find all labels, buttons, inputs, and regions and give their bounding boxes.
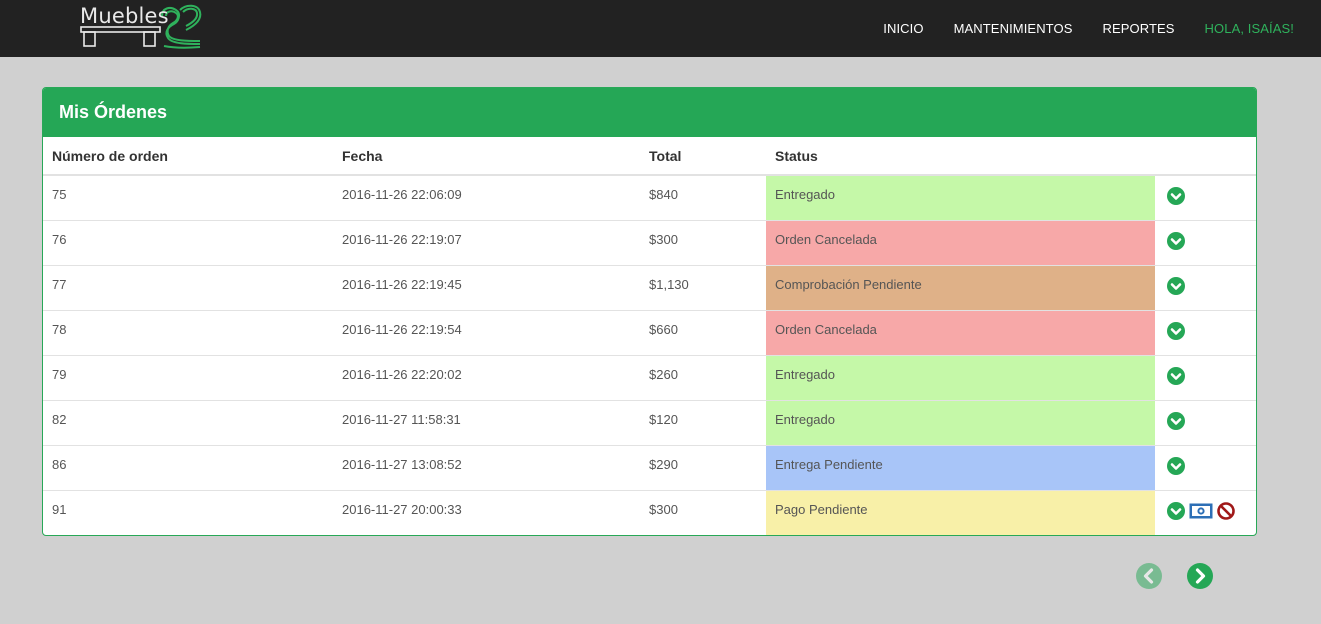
total-cell: $290 <box>640 444 766 490</box>
status-cell: Entrega Pendiente <box>766 444 1155 490</box>
brand-logo[interactable]: Muebles <box>78 2 204 52</box>
next-page-icon[interactable] <box>1186 562 1214 590</box>
date-cell: 2016-11-26 22:19:45 <box>333 264 640 310</box>
table-row: 86 2016-11-27 13:08:52 $290 Entrega Pendien… <box>43 444 1256 490</box>
order-details-icon[interactable] <box>1167 457 1185 478</box>
order-number-cell: 77 <box>43 264 333 310</box>
total-cell: $300 <box>640 219 766 265</box>
order-details-icon[interactable] <box>1167 502 1185 523</box>
order-details-icon[interactable] <box>1167 412 1185 433</box>
actions-cell <box>1155 219 1256 265</box>
pagination <box>1135 562 1215 592</box>
order-number-cell: 79 <box>43 354 333 400</box>
brand-name: Muebles <box>80 4 169 28</box>
actions-cell <box>1155 444 1256 490</box>
navbar: Muebles INICIO MANTENIMIENTOS REPORTES H… <box>0 0 1321 57</box>
date-cell: 2016-11-26 22:20:02 <box>333 354 640 400</box>
date-cell: 2016-11-27 20:00:33 <box>333 489 640 535</box>
orders-table: Número de orden Fecha Total Status 75 201… <box>43 137 1256 535</box>
table-row: 76 2016-11-26 22:19:07 $300 Orden Cancelada <box>43 219 1256 265</box>
actions-cell <box>1155 264 1256 310</box>
panel-heading: Mis Órdenes <box>43 88 1256 137</box>
total-cell: $300 <box>640 489 766 535</box>
panel-title: Mis Órdenes <box>59 102 168 122</box>
table-row: 91 2016-11-27 20:00:33 $300 Pago Pendiente <box>43 489 1256 535</box>
total-cell: $840 <box>649 186 678 202</box>
actions-cell <box>1155 399 1256 445</box>
nav-menu: INICIO MANTENIMIENTOS REPORTES HOLA, ISA… <box>853 0 1294 57</box>
header-actions <box>1155 137 1256 176</box>
status-cell: Pago Pendiente <box>766 489 1155 535</box>
nav-reportes[interactable]: REPORTES <box>1102 21 1174 36</box>
header-order-number: Número de orden <box>43 137 333 176</box>
orders-panel: Mis Órdenes Número de orden Fecha Total … <box>42 87 1257 536</box>
status-cell: Orden Cancelada <box>766 309 1155 355</box>
actions-cell <box>1155 489 1256 535</box>
header-date: Fecha <box>333 137 640 176</box>
status-cell: Comprobación Pendiente <box>766 264 1155 310</box>
nav-user-greeting[interactable]: HOLA, ISAÍAS! <box>1205 21 1294 36</box>
order-number-cell: 82 <box>43 399 333 445</box>
total-cell: $260 <box>640 354 766 400</box>
order-details-icon[interactable] <box>1167 187 1185 208</box>
nav-inicio[interactable]: INICIO <box>883 21 923 36</box>
date-cell: 2016-11-27 11:58:31 <box>333 399 640 445</box>
status-cell: Orden Cancelada <box>766 219 1155 265</box>
actions-cell <box>1155 309 1256 355</box>
order-details-icon[interactable] <box>1167 232 1185 253</box>
status-cell: Entregado <box>766 354 1155 400</box>
header-status: Status <box>766 137 1155 176</box>
table-row: 75 2016-11-26 22:06:09 $840 Entregado <box>43 175 1256 220</box>
table-row: 79 2016-11-26 22:20:02 $260 Entregado <box>43 354 1256 400</box>
table-row: 82 2016-11-27 11:58:31 $120 Entregado <box>43 399 1256 445</box>
cancel-order-icon[interactable] <box>1217 502 1235 523</box>
actions-cell <box>1155 354 1256 400</box>
order-number-cell: 76 <box>43 219 333 265</box>
date-cell: 2016-11-26 22:19:54 <box>333 309 640 355</box>
table-row: 78 2016-11-26 22:19:54 $660 Orden Cancelada <box>43 309 1256 355</box>
total-cell: $660 <box>640 309 766 355</box>
pay-money-icon[interactable] <box>1189 503 1213 522</box>
order-details-icon[interactable] <box>1167 322 1185 343</box>
actions-cell <box>1155 175 1256 220</box>
order-details-icon[interactable] <box>1167 277 1185 298</box>
nav-mantenimientos[interactable]: MANTENIMIENTOS <box>954 21 1073 36</box>
order-number-cell: 75 <box>52 186 67 202</box>
header-total: Total <box>640 137 766 176</box>
order-number-cell: 86 <box>43 444 333 490</box>
status-cell: Entregado <box>766 175 1155 220</box>
order-details-icon[interactable] <box>1167 367 1185 388</box>
prev-page-icon[interactable] <box>1135 562 1163 590</box>
total-cell: $1,130 <box>640 264 766 310</box>
date-cell: 2016-11-27 13:08:52 <box>333 444 640 490</box>
total-cell: $120 <box>640 399 766 445</box>
table-row: 77 2016-11-26 22:19:45 $1,130 Comprobación … <box>43 264 1256 310</box>
order-number-cell: 78 <box>43 309 333 355</box>
date-cell: 2016-11-26 22:19:07 <box>333 219 640 265</box>
date-cell: 2016-11-26 22:06:09 <box>342 186 462 202</box>
status-cell: Entregado <box>766 399 1155 445</box>
order-number-cell: 91 <box>43 489 333 535</box>
